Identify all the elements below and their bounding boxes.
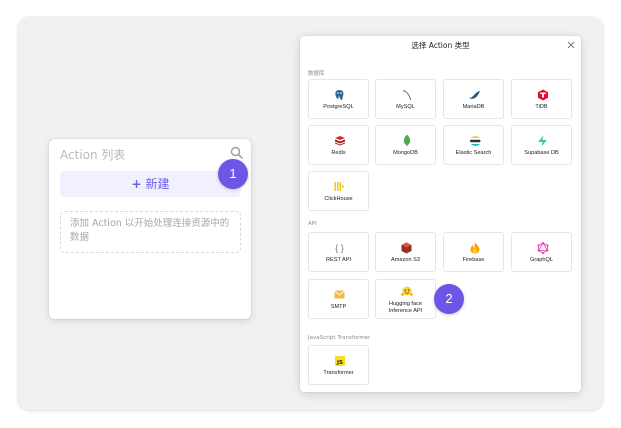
new-action-button[interactable]: + 新建 [60, 171, 241, 197]
action-list-title: Action 列表 [60, 148, 126, 162]
action-card-firebase[interactable]: Firebase [443, 232, 504, 272]
action-card-clickhouse[interactable]: ClickHouse [308, 171, 369, 211]
supabase-icon [536, 134, 549, 147]
amazon-s3-icon [400, 241, 413, 254]
graphql-icon [536, 241, 549, 254]
mongodb-icon [400, 134, 413, 147]
action-card-label-line2: Inference API [388, 308, 423, 314]
section-label-javascript-transformer: JavaScript Transformer [308, 335, 371, 341]
action-card-mongodb[interactable]: MongoDB [375, 125, 436, 165]
new-action-label: 新建 [145, 177, 170, 191]
action-card-label: GraphQL [529, 257, 553, 263]
plus-icon: + [131, 177, 142, 191]
action-card-amazon-s3[interactable]: Amazon S3 [375, 232, 436, 272]
action-card-label: MongoDB [393, 150, 418, 156]
action-card-label: MariaDB [462, 104, 485, 110]
action-card-redis[interactable]: Redis [308, 125, 369, 165]
action-card-label: Elastic Search [455, 150, 492, 156]
action-card-label: Supabase DB [524, 150, 559, 156]
action-card-label: Amazon S3 [391, 257, 420, 263]
action-card-supabase-db[interactable]: Supabase DB [511, 125, 572, 165]
action-card-label: TiDB [535, 104, 548, 110]
mariadb-icon [468, 88, 481, 101]
action-card-label: Transformer [323, 370, 354, 376]
action-card-label: MySQL [396, 104, 415, 110]
search-icon[interactable] [230, 146, 243, 159]
action-card-label: SMTP [330, 304, 347, 310]
close-icon[interactable] [567, 41, 575, 49]
action-card-transformer[interactable]: JS Transformer [308, 345, 369, 385]
action-card-graphql[interactable]: GraphQL [511, 232, 572, 272]
redis-icon [333, 134, 346, 147]
clickhouse-icon [333, 180, 346, 193]
action-card-postgresql[interactable]: PostgreSQL [308, 79, 369, 119]
rest-api-icon: { } [335, 242, 344, 253]
step-badge-1: 1 [218, 159, 248, 189]
mysql-icon [400, 88, 413, 101]
hugging-face-icon [400, 285, 413, 298]
smtp-icon [333, 288, 346, 301]
section-label-api: API [308, 221, 317, 227]
transformer-icon: JS [333, 354, 346, 367]
step-badge-2: 2 [434, 284, 464, 314]
action-card-label: ClickHouse [324, 196, 353, 202]
action-card-label-line1: Hugging face [389, 301, 422, 307]
action-card-smtp[interactable]: SMTP [308, 279, 369, 319]
action-card-mariadb[interactable]: MariaDB [443, 79, 504, 119]
section-label-database: 数据库 [308, 71, 325, 77]
empty-state-hint: 添加 Action 以开始处理连接资源中的数据 [60, 211, 241, 253]
action-card-label: Hugging face Inference API [376, 301, 435, 315]
action-card-tidb[interactable]: TiDB [511, 79, 572, 119]
action-card-elastic-search[interactable]: Elastic Search [443, 125, 504, 165]
action-card-label: Firebase [462, 257, 485, 263]
action-card-label: PostgreSQL [323, 104, 354, 110]
postgresql-icon [333, 88, 346, 101]
modal-title: 选择 Action 类型 [411, 41, 470, 50]
tidb-icon [536, 88, 549, 101]
action-card-mysql[interactable]: MySQL [375, 79, 436, 119]
action-card-label: Redis [331, 150, 346, 156]
action-card-hugging-face[interactable]: Hugging face Inference API [375, 279, 436, 319]
action-card-rest-api[interactable]: { } REST API [308, 232, 369, 272]
select-action-type-modal: 选择 Action 类型 数据库 PostgreSQL MySQL MariaD… [300, 36, 581, 392]
firebase-icon [468, 241, 481, 254]
elasticsearch-icon [468, 134, 481, 147]
svg-text:JS: JS [335, 360, 342, 366]
action-card-label: REST API [325, 257, 352, 263]
